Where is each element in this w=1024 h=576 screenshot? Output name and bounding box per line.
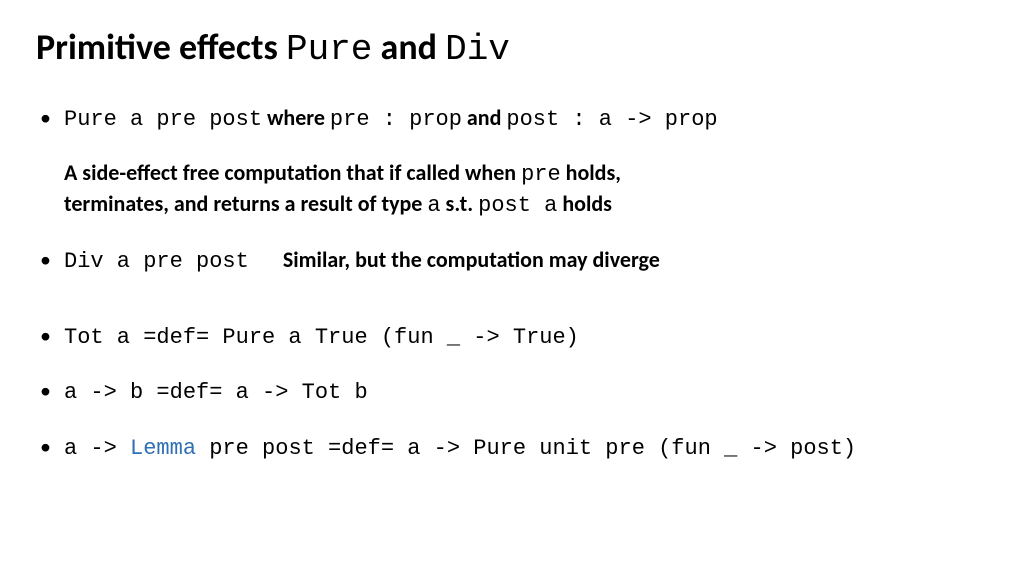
pure-description: A side-effect free computation that if c… — [64, 159, 988, 220]
bullet-arrow: a -> b =def= a -> Tot b — [36, 377, 988, 407]
pure-desc-2b: s.t. — [441, 190, 479, 217]
arrow-definition: a -> b =def= a -> Tot b — [64, 380, 368, 405]
pure-signature: Pure a pre post — [64, 107, 262, 132]
bullet-pure: Pure a pre post where pre : prop and pos… — [36, 104, 988, 221]
lemma-post: pre post =def= a -> Pure unit pre (fun _… — [196, 436, 856, 461]
pure-post-type: post : a -> prop — [506, 107, 717, 132]
pure-and: and — [462, 104, 506, 131]
bullet-tot: Tot a =def= Pure a True (fun _ -> True) — [36, 322, 988, 352]
tot-definition: Tot a =def= Pure a True (fun _ -> True) — [64, 325, 579, 350]
pure-desc-2c: holds — [557, 190, 612, 217]
title-prefix: Primitive effects — [36, 25, 286, 69]
lemma-keyword: Lemma — [130, 436, 196, 461]
bullet-list: Pure a pre post where pre : prop and pos… — [36, 104, 988, 463]
bullet-div: Div a pre post Similar, but the computati… — [36, 246, 988, 276]
pure-desc-1a: A side-effect free computation that if c… — [64, 159, 521, 186]
div-signature: Div a pre post — [64, 249, 249, 274]
slide: Primitive effects Pure and Div Pure a pr… — [0, 0, 1024, 576]
pure-desc-1b: holds, — [561, 159, 621, 186]
div-note: Similar, but the computation may diverge — [283, 246, 660, 273]
title-code-div: Div — [445, 29, 510, 70]
pure-desc-a-code: a — [427, 193, 440, 218]
title-and: and — [372, 25, 445, 69]
title-code-pure: Pure — [286, 29, 372, 70]
lemma-pre: a -> — [64, 436, 130, 461]
pure-desc-pre-code: pre — [521, 162, 561, 187]
pure-pre-type: pre : prop — [330, 107, 462, 132]
pure-where: where — [262, 104, 330, 131]
slide-title: Primitive effects Pure and Div — [36, 28, 988, 70]
bullet-lemma: a -> Lemma pre post =def= a -> Pure unit… — [36, 433, 988, 463]
pure-desc-post-code: post a — [478, 193, 557, 218]
pure-desc-2a: terminates, and returns a result of type — [64, 190, 427, 217]
